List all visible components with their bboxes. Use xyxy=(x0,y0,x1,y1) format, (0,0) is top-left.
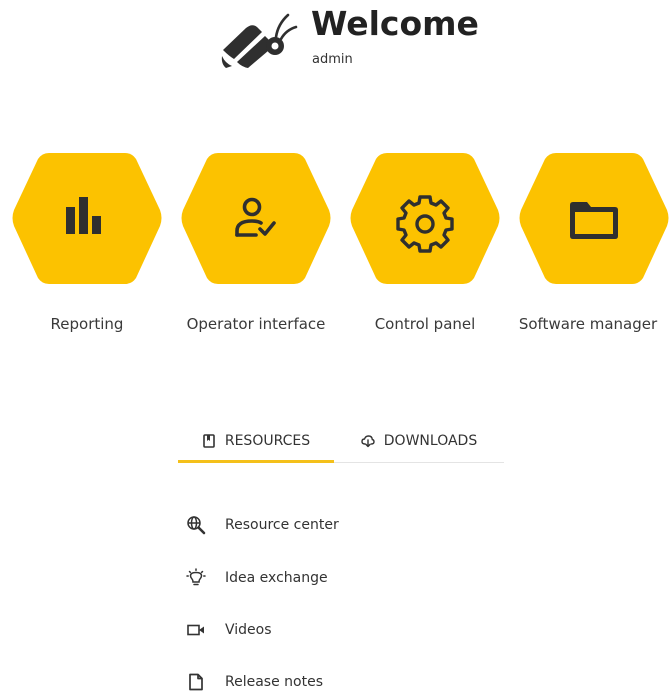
document-icon xyxy=(189,673,203,691)
page-title: Welcome xyxy=(311,4,479,43)
resource-link-idea-exchange[interactable]: Idea exchange xyxy=(186,561,446,595)
video-icon xyxy=(187,624,204,636)
tab-label: DOWNLOADS xyxy=(383,432,478,449)
gear-icon xyxy=(396,195,454,253)
resource-link-label: Idea exchange xyxy=(225,570,328,586)
tab-label: RESOURCES xyxy=(224,432,311,449)
username-label: admin xyxy=(312,52,353,67)
resource-link-label: Release notes xyxy=(225,674,323,690)
tab-downloads[interactable]: DOWNLOADS xyxy=(334,420,504,461)
resource-tabs: RESOURCES DOWNLOADS xyxy=(178,420,504,463)
user-check-icon xyxy=(235,197,276,237)
book-icon xyxy=(203,433,215,448)
cloud-download-icon xyxy=(361,434,375,447)
tab-resources[interactable]: RESOURCES xyxy=(178,420,334,463)
lightbulb-icon xyxy=(186,568,206,586)
resource-link-label: Resource center xyxy=(225,517,339,533)
resource-link-label: Videos xyxy=(225,622,272,638)
resource-link-videos[interactable]: Videos xyxy=(186,613,446,647)
resource-link-release-notes[interactable]: Release notes xyxy=(186,665,446,699)
bar-chart-icon xyxy=(66,197,101,234)
resource-link-resource-center[interactable]: Resource center xyxy=(186,508,446,542)
globe-search-icon xyxy=(187,516,206,535)
app-label: Software manager xyxy=(518,315,658,333)
bee-logo-icon xyxy=(221,13,298,68)
folder-icon xyxy=(570,202,618,239)
